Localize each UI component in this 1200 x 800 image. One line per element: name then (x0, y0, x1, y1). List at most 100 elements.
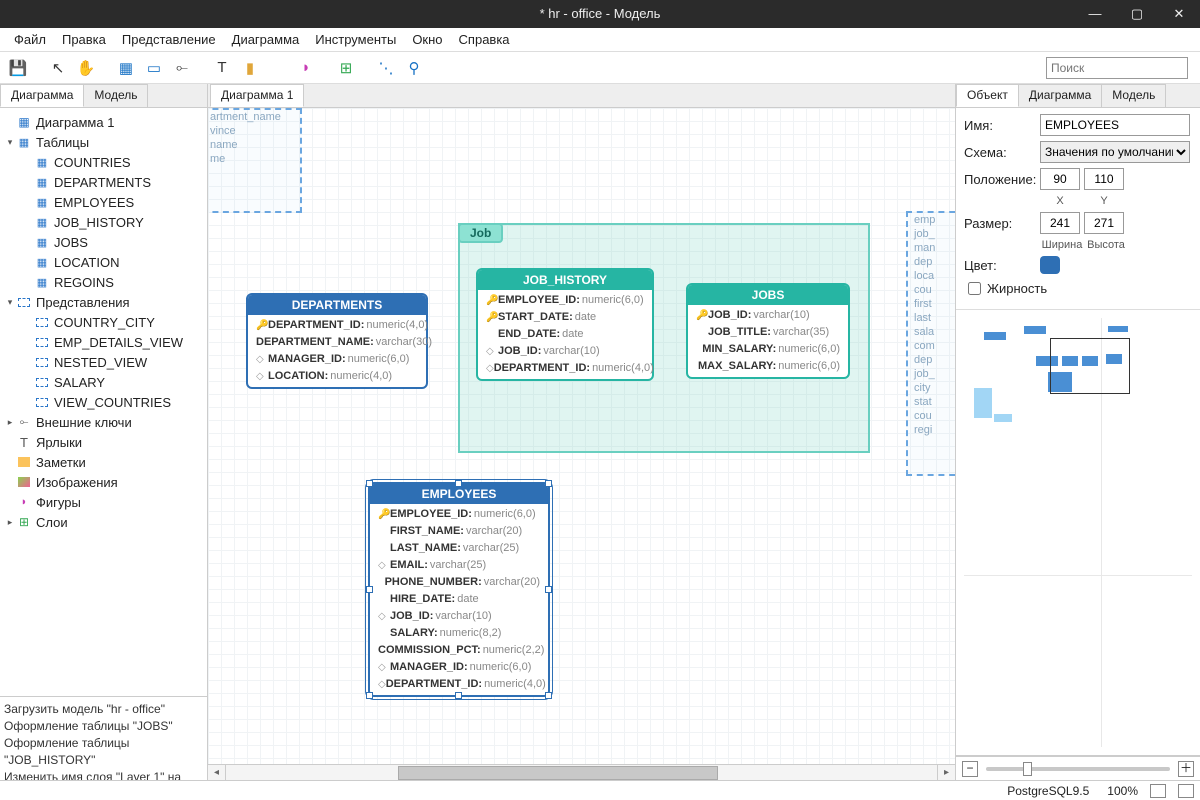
rtab-diagram[interactable]: Диаграмма (1018, 84, 1102, 107)
tree-view-item[interactable]: VIEW_COUNTRIES (0, 392, 207, 412)
zoom-in-icon[interactable]: ＋ (1178, 761, 1194, 777)
search-input[interactable] (1046, 57, 1188, 79)
note-icon[interactable]: ▮ (238, 56, 262, 80)
right-tabs: Объект Диаграмма Модель (956, 84, 1200, 108)
history-line: Оформление таблицы "JOBS" (4, 718, 203, 735)
entity-job-history[interactable]: JOB_HISTORY 🔑EMPLOYEE_ID: numeric(6,0)🔑S… (476, 268, 654, 381)
label-icon[interactable]: T (210, 56, 234, 80)
left-panel: Диаграмма Модель ▦Диаграмма 1 ▾▦Таблицы … (0, 84, 208, 780)
tree-table-item[interactable]: ▦DEPARTMENTS (0, 172, 207, 192)
prop-size-label: Размер: (964, 216, 1040, 231)
layer-icon[interactable]: ⊞ (334, 56, 358, 80)
history-line: Оформление таблицы "JOB_HISTORY" (4, 735, 203, 769)
save-icon[interactable]: 💾 (6, 56, 30, 80)
entity-title: EMPLOYEES (370, 484, 548, 504)
tree-views[interactable]: ▾Представления (0, 292, 207, 312)
status-icon[interactable] (1178, 784, 1194, 798)
tree-table-item[interactable]: ▦REGOINS (0, 272, 207, 292)
status-icon[interactable] (1150, 784, 1166, 798)
prop-bold-label: Жирность (987, 281, 1047, 296)
tree-table-item[interactable]: ▦JOBS (0, 232, 207, 252)
tree-view-item[interactable]: NESTED_VIEW (0, 352, 207, 372)
history-line: Изменить имя слоя "Layer 1" на "Job" (4, 769, 203, 780)
color-swatch[interactable] (1040, 256, 1060, 274)
prop-h-input[interactable] (1084, 212, 1124, 234)
tree-shapes[interactable]: ◗Фигуры (0, 492, 207, 512)
toolbar: 💾 ↖ ✋ ▦ ▭ ⟜ T ▮ ◗ ⊞ ⋱ ⚲ (0, 52, 1200, 84)
tree-notes[interactable]: Заметки (0, 452, 207, 472)
menu-file[interactable]: Файл (6, 32, 54, 47)
table-icon[interactable]: ▦ (114, 56, 138, 80)
window-max-icon[interactable]: ▢ (1116, 0, 1158, 28)
minimap[interactable] (956, 310, 1200, 756)
tree-labels[interactable]: TЯрлыки (0, 432, 207, 452)
rtab-object[interactable]: Объект (956, 84, 1019, 107)
hand-icon[interactable]: ✋ (74, 56, 98, 80)
tree-view-item[interactable]: EMP_DETAILS_VIEW (0, 332, 207, 352)
autolayout-icon[interactable]: ⋱ (374, 56, 398, 80)
menu-help[interactable]: Справка (451, 32, 518, 47)
menu-edit[interactable]: Правка (54, 32, 114, 47)
tree-view-item[interactable]: SALARY (0, 372, 207, 392)
menubar: Файл Правка Представление Диаграмма Инст… (0, 28, 1200, 52)
rtab-model[interactable]: Модель (1101, 84, 1166, 107)
tree-layers[interactable]: ▸⊞Слои (0, 512, 207, 532)
view-icon[interactable]: ▭ (142, 56, 166, 80)
menu-view[interactable]: Представление (114, 32, 224, 47)
canvas[interactable]: artment_name vince name me empjob_ mande… (208, 108, 955, 764)
prop-w-input[interactable] (1040, 212, 1080, 234)
prop-pos-label: Положение: (964, 172, 1040, 187)
canvas-tabs: Диаграмма 1 (208, 84, 955, 108)
ghost-view-left[interactable]: artment_name vince name me (208, 108, 302, 213)
prop-name-input[interactable] (1040, 114, 1190, 136)
zoom-row: − ＋ (956, 756, 1200, 780)
tree-table-item[interactable]: ▦JOB_HISTORY (0, 212, 207, 232)
canvas-tab[interactable]: Диаграмма 1 (210, 84, 304, 107)
prop-bold-check[interactable] (968, 282, 981, 295)
canvas-wrap[interactable]: artment_name vince name me empjob_ mande… (208, 108, 955, 764)
tree-tables[interactable]: ▾▦Таблицы (0, 132, 207, 152)
entity-title: JOB_HISTORY (478, 270, 652, 290)
shape-icon[interactable]: ◗ (294, 56, 318, 80)
tree-diagram[interactable]: ▦Диаграмма 1 (0, 112, 207, 132)
menu-diagram[interactable]: Диаграмма (224, 32, 308, 47)
prop-y-input[interactable] (1084, 168, 1124, 190)
search-input-wrap (1046, 57, 1188, 79)
status-bar: PostgreSQL9.5 100% (0, 780, 1200, 800)
tree-view-item[interactable]: COUNTRY_CITY (0, 312, 207, 332)
tab-diagram[interactable]: Диаграмма (0, 84, 84, 107)
history-line: Загрузить модель "hr - office" (4, 701, 203, 718)
prop-color-label: Цвет: (964, 258, 1040, 273)
properties: Имя: Схема: Значения по умолчанию Положе… (956, 108, 1200, 310)
ghost-view-right[interactable]: empjob_ mandep locacou firstlast salacom… (906, 211, 955, 476)
canvas-hscroll[interactable]: ◂ ▸ (208, 764, 955, 780)
tree: ▦Диаграмма 1 ▾▦Таблицы ▦COUNTRIES ▦DEPAR… (0, 108, 207, 696)
tab-model[interactable]: Модель (83, 84, 148, 107)
zoom-slider[interactable] (986, 767, 1170, 771)
prop-schema-select[interactable]: Значения по умолчанию (1040, 141, 1190, 163)
menu-window[interactable]: Окно (404, 32, 450, 47)
menu-tools[interactable]: Инструменты (307, 32, 404, 47)
window-min-icon[interactable]: — (1074, 0, 1116, 28)
history-log: Загрузить модель "hr - office" Оформлени… (0, 696, 207, 780)
pointer-icon[interactable]: ↖ (46, 56, 70, 80)
right-panel: Объект Диаграмма Модель Имя: Схема: Знач… (955, 84, 1200, 780)
tree-table-item[interactable]: ▦EMPLOYEES (0, 192, 207, 212)
prop-x-input[interactable] (1040, 168, 1080, 190)
main: Диаграмма Модель ▦Диаграмма 1 ▾▦Таблицы … (0, 84, 1200, 780)
zoom-out-icon[interactable]: − (962, 761, 978, 777)
center-panel: Диаграмма 1 artment_name vince name me e… (208, 84, 955, 780)
tree-table-item[interactable]: ▦LOCATION (0, 252, 207, 272)
prop-name-label: Имя: (964, 118, 1040, 133)
image-icon[interactable] (266, 56, 290, 80)
entity-employees[interactable]: EMPLOYEES 🔑EMPLOYEE_ID: numeric(6,0)FIRS… (368, 482, 550, 697)
titlebar: * hr - office - Модель — ▢ ✕ (0, 0, 1200, 28)
find-icon[interactable]: ⚲ (402, 56, 426, 80)
tree-table-item[interactable]: ▦COUNTRIES (0, 152, 207, 172)
entity-departments[interactable]: DEPARTMENTS 🔑DEPARTMENT_ID: numeric(4,0)… (246, 293, 428, 389)
tree-images[interactable]: Изображения (0, 472, 207, 492)
window-close-icon[interactable]: ✕ (1158, 0, 1200, 28)
tree-fkeys[interactable]: ▸⟜Внешние ключи (0, 412, 207, 432)
entity-jobs[interactable]: JOBS 🔑JOB_ID: varchar(10)JOB_TITLE: varc… (686, 283, 850, 379)
fkey-icon[interactable]: ⟜ (170, 56, 194, 80)
